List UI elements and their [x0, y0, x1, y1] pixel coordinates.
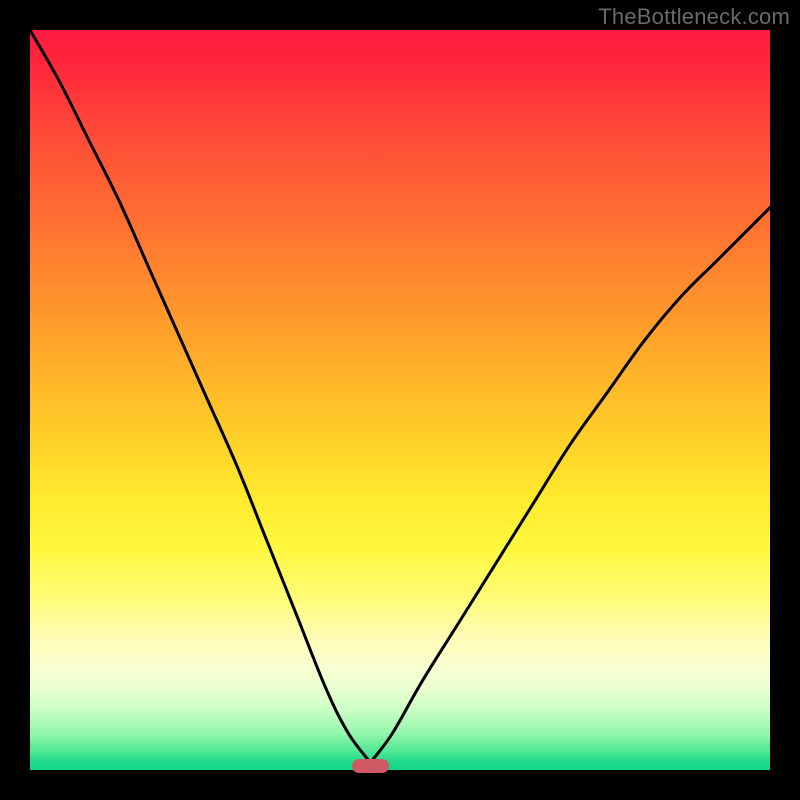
curve-left-branch: [30, 30, 370, 763]
curve-right-branch: [370, 208, 770, 763]
minimum-marker: [352, 759, 389, 773]
plot-area: [30, 30, 770, 770]
chart-frame: TheBottleneck.com: [0, 0, 800, 800]
watermark-text: TheBottleneck.com: [598, 4, 790, 30]
curve-svg: [30, 30, 770, 770]
